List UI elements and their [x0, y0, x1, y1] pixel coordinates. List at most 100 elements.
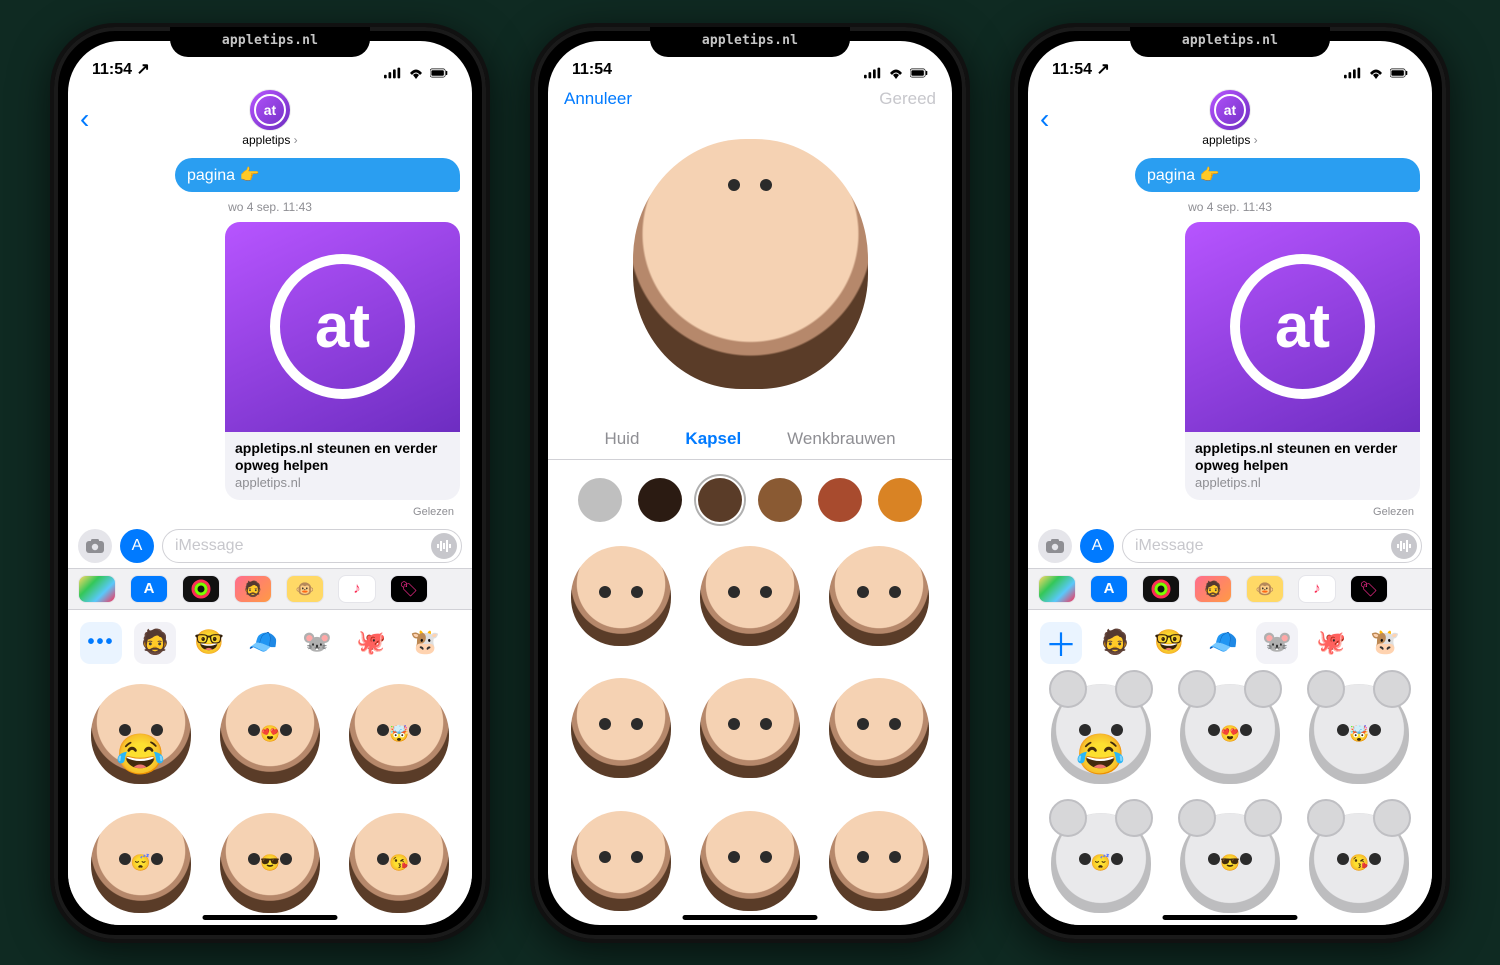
memoji-avatar-1[interactable]: 🧔 — [1094, 622, 1136, 664]
cancel-button[interactable]: Annuleer — [564, 89, 632, 109]
hair-color-4[interactable] — [758, 478, 802, 522]
camera-button[interactable] — [1038, 529, 1072, 563]
contact-name[interactable]: appletips — [242, 133, 297, 147]
hair-color-2[interactable] — [638, 478, 682, 522]
hairstyle-option-3[interactable] — [817, 534, 940, 659]
hairstyle-option-4[interactable] — [560, 666, 683, 791]
app-other[interactable]: 🏷 — [390, 575, 428, 603]
editor-tabs[interactable]: Huid Kapsel Wenkbrauwen — [548, 419, 952, 460]
chat-transcript[interactable]: pagina 👉 wo 4 sep. 11:43 at appletips.nl… — [1028, 156, 1432, 524]
memoji-preview[interactable] — [548, 109, 952, 419]
app-activity[interactable] — [1142, 575, 1180, 603]
sticker-cool[interactable]: 😎 — [207, 801, 332, 925]
memoji-new-button[interactable]: ＋ — [1040, 622, 1082, 664]
signal-icon — [864, 67, 882, 79]
app-store-button[interactable]: A — [1080, 529, 1114, 563]
hair-color-row[interactable] — [548, 460, 952, 534]
sticker-cool[interactable]: 😎 — [1167, 801, 1292, 925]
sticker-heart-eyes[interactable]: 😍 — [1167, 672, 1292, 797]
app-animoji[interactable]: 🐵 — [1246, 575, 1284, 603]
imessage-app-strip[interactable]: A 🧔 🐵 ♪ 🏷 — [68, 568, 472, 610]
app-photos[interactable] — [78, 575, 116, 603]
home-indicator[interactable] — [683, 915, 818, 920]
hairstyle-grid[interactable] — [548, 534, 952, 925]
hair-color-5[interactable] — [818, 478, 862, 522]
animoji-mouse-selected[interactable]: 🐭 — [1256, 622, 1298, 664]
outgoing-message[interactable]: pagina 👉 — [175, 158, 460, 192]
link-preview-card[interactable]: at appletips.nl steunen en verder opweg … — [225, 222, 460, 500]
hairstyle-option-2[interactable] — [689, 534, 812, 659]
tab-skin[interactable]: Huid — [604, 429, 639, 449]
wifi-icon — [407, 67, 425, 79]
sticker-grid[interactable]: 😂 😍 🤯 😴 😎 😘 — [78, 672, 462, 925]
sticker-heart-eyes[interactable]: 😍 — [207, 672, 332, 797]
app-store[interactable]: A — [130, 575, 168, 603]
memoji-drawer[interactable]: ＋ 🧔 🤓 🧢 🐭 🐙 🐮 😂 😍 🤯 😴 😎 😘 — [1028, 610, 1432, 925]
imessage-app-strip[interactable]: A 🧔 🐵 ♪ 🏷 — [1028, 568, 1432, 610]
hair-color-3-selected[interactable] — [698, 478, 742, 522]
sticker-kiss[interactable]: 😘 — [337, 801, 462, 925]
hairstyle-option-9[interactable] — [817, 798, 940, 923]
app-memoji[interactable]: 🧔 — [234, 575, 272, 603]
outgoing-message[interactable]: pagina 👉 — [1135, 158, 1420, 192]
memoji-selector-row[interactable]: ＋ 🧔 🤓 🧢 🐭 🐙 🐮 — [1038, 618, 1422, 668]
message-input[interactable]: iMessage — [1122, 529, 1422, 563]
app-music[interactable]: ♪ — [338, 575, 376, 603]
hair-color-6[interactable] — [878, 478, 922, 522]
back-button[interactable]: ‹ — [80, 103, 89, 135]
sticker-mind-blown[interactable]: 🤯 — [1297, 672, 1422, 797]
tab-hairstyle[interactable]: Kapsel — [685, 429, 741, 449]
compose-row: A iMessage — [68, 524, 472, 568]
memoji-avatar-3[interactable]: 🧢 — [1202, 622, 1244, 664]
tab-eyebrows[interactable]: Wenkbrauwen — [787, 429, 895, 449]
hairstyle-option-8[interactable] — [689, 798, 812, 923]
link-preview-card[interactable]: at appletips.nl steunen en verder opweg … — [1185, 222, 1420, 500]
app-memoji[interactable]: 🧔 — [1194, 575, 1232, 603]
back-button[interactable]: ‹ — [1040, 103, 1049, 135]
app-store[interactable]: A — [1090, 575, 1128, 603]
app-store-button[interactable]: A — [120, 529, 154, 563]
contact-avatar[interactable]: at — [249, 89, 291, 131]
memoji-avatar-3[interactable]: 🧢 — [242, 622, 284, 664]
memoji-more-button[interactable]: ••• — [80, 622, 122, 664]
memoji-avatar-1[interactable]: 🧔 — [134, 622, 176, 664]
hairstyle-option-5[interactable] — [689, 666, 812, 791]
app-other[interactable]: 🏷 — [1350, 575, 1388, 603]
chat-transcript[interactable]: pagina 👉 wo 4 sep. 11:43 at appletips.nl… — [68, 156, 472, 524]
memoji-avatar-2[interactable]: 🤓 — [1148, 622, 1190, 664]
hairstyle-option-1[interactable] — [560, 534, 683, 659]
sticker-kiss[interactable]: 😘 — [1297, 801, 1422, 925]
memoji-drawer[interactable]: ••• 🧔 🤓 🧢 🐭 🐙 🐮 😂 😍 🤯 😴 😎 😘 — [68, 610, 472, 925]
animoji-cow[interactable]: 🐮 — [1364, 622, 1406, 664]
app-activity[interactable] — [182, 575, 220, 603]
contact-avatar[interactable]: at — [1209, 89, 1251, 131]
memoji-avatar-2[interactable]: 🤓 — [188, 622, 230, 664]
home-indicator[interactable] — [203, 915, 338, 920]
audio-message-button[interactable] — [1391, 533, 1417, 559]
animoji-octopus[interactable]: 🐙 — [350, 622, 392, 664]
done-button[interactable]: Gereed — [879, 89, 936, 109]
animoji-cow[interactable]: 🐮 — [404, 622, 446, 664]
signal-icon — [1344, 67, 1362, 79]
sticker-sleep[interactable]: 😴 — [78, 801, 203, 925]
audio-message-button[interactable] — [431, 533, 457, 559]
hairstyle-option-6[interactable] — [817, 666, 940, 791]
app-music[interactable]: ♪ — [1298, 575, 1336, 603]
sticker-mind-blown[interactable]: 🤯 — [337, 672, 462, 797]
hair-color-1[interactable] — [578, 478, 622, 522]
read-receipt: Gelezen — [1040, 506, 1414, 518]
camera-button[interactable] — [78, 529, 112, 563]
hairstyle-option-7[interactable] — [560, 798, 683, 923]
message-input[interactable]: iMessage — [162, 529, 462, 563]
sticker-grid[interactable]: 😂 😍 🤯 😴 😎 😘 — [1038, 672, 1422, 925]
contact-name[interactable]: appletips — [1202, 133, 1257, 147]
animoji-octopus[interactable]: 🐙 — [1310, 622, 1352, 664]
sticker-laugh-cry[interactable]: 😂 — [78, 672, 203, 797]
home-indicator[interactable] — [1163, 915, 1298, 920]
app-photos[interactable] — [1038, 575, 1076, 603]
sticker-sleep[interactable]: 😴 — [1038, 801, 1163, 925]
app-animoji[interactable]: 🐵 — [286, 575, 324, 603]
animoji-mouse[interactable]: 🐭 — [296, 622, 338, 664]
memoji-selector-row[interactable]: ••• 🧔 🤓 🧢 🐭 🐙 🐮 — [78, 618, 462, 668]
sticker-laugh-cry[interactable]: 😂 — [1038, 672, 1163, 797]
